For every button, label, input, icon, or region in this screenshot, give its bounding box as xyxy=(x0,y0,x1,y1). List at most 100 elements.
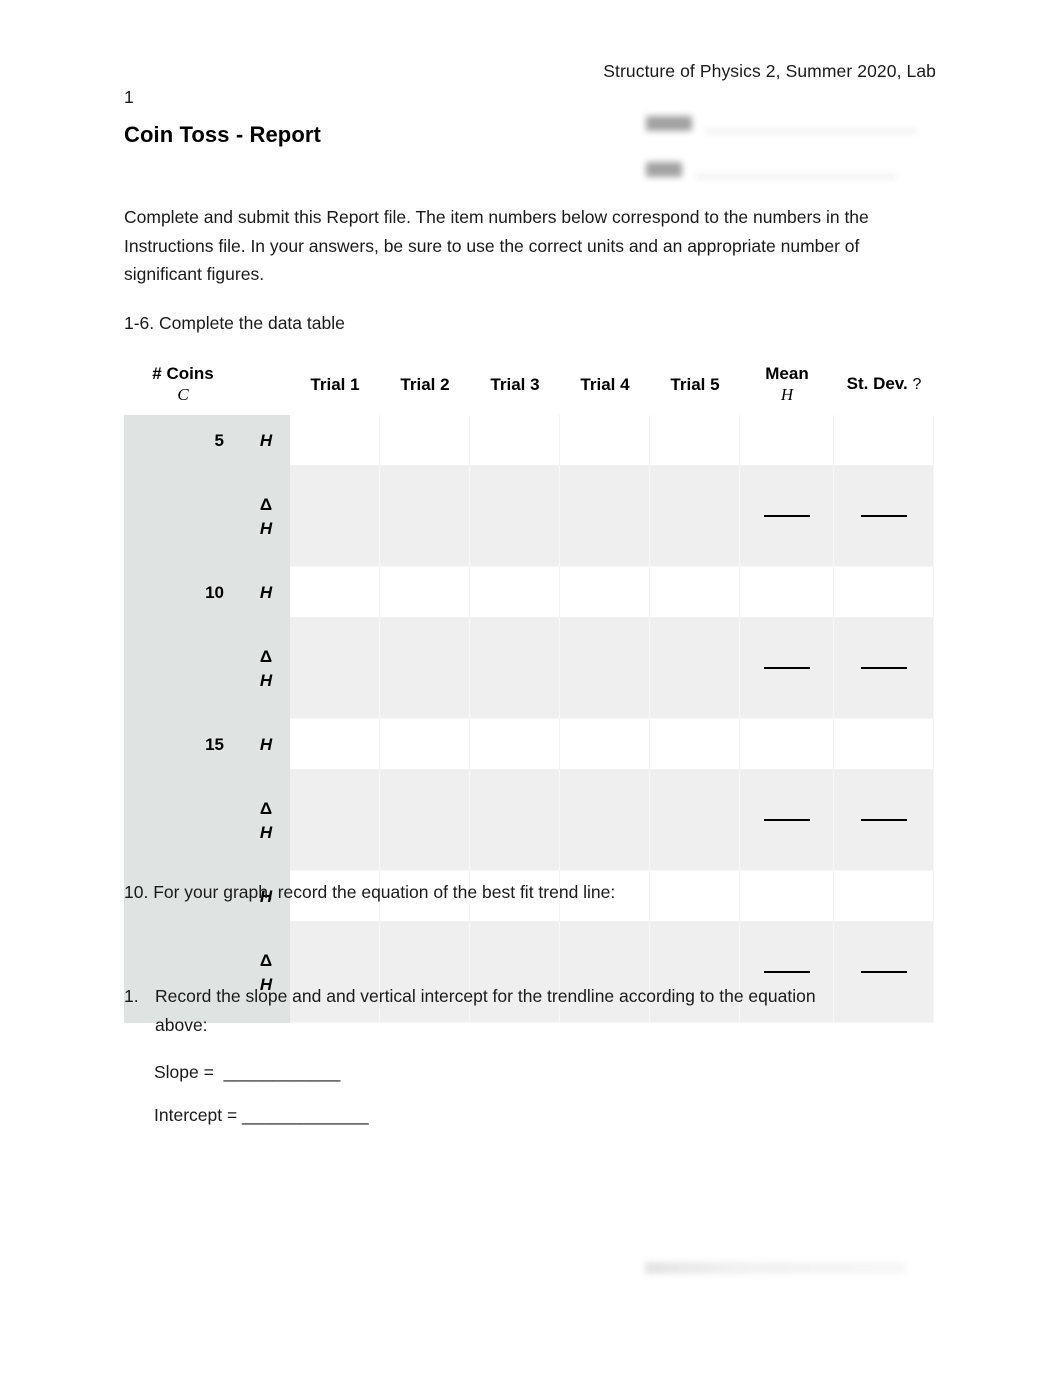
cell-st-dev[interactable] xyxy=(834,415,934,466)
cell-trial-1[interactable] xyxy=(290,770,380,871)
not-applicable-dash xyxy=(860,970,907,973)
not-applicable-dash xyxy=(763,514,810,517)
redacted-name-label xyxy=(646,116,692,131)
cell-coins: 5 xyxy=(124,415,242,466)
item-1-number: 1. xyxy=(124,986,139,1006)
h-symbol: H xyxy=(259,430,273,450)
cell-trial-3[interactable] xyxy=(470,618,560,719)
cell-row-symbol: ΔH xyxy=(242,770,290,871)
cell-trial-3[interactable] xyxy=(470,415,560,466)
cell-row-symbol: H xyxy=(242,719,290,770)
table-row: 10 H xyxy=(124,567,934,618)
not-applicable-dash xyxy=(763,970,810,973)
cell-trial-5[interactable] xyxy=(650,466,740,567)
cell-trial-4[interactable] xyxy=(560,719,650,770)
cell-trial-4[interactable] xyxy=(560,466,650,567)
cell-trial-2[interactable] xyxy=(380,770,470,871)
column-header-mean-label: Mean xyxy=(765,364,809,383)
cell-trial-5[interactable] xyxy=(650,719,740,770)
cell-coins: 15 xyxy=(124,719,242,770)
cell-st-dev[interactable] xyxy=(834,618,934,719)
h-symbol: H xyxy=(259,670,273,690)
cell-st-dev[interactable] xyxy=(834,719,934,770)
not-applicable-dash xyxy=(860,666,907,669)
cell-row-symbol: H xyxy=(242,567,290,618)
delta-symbol: Δ xyxy=(259,646,273,666)
cell-trial-5[interactable] xyxy=(650,618,740,719)
cell-trial-2[interactable] xyxy=(380,466,470,567)
cell-mean[interactable] xyxy=(740,466,834,567)
redacted-date-label xyxy=(646,162,682,177)
table-row: 15 H xyxy=(124,719,934,770)
cell-trial-1[interactable] xyxy=(290,567,380,618)
cell-trial-3[interactable] xyxy=(470,770,560,871)
item-1-question: 1. Record the slope and and vertical int… xyxy=(124,982,942,1039)
delta-symbol: Δ xyxy=(259,950,273,970)
running-header: Structure of Physics 2, Summer 2020, Lab… xyxy=(124,58,936,110)
cell-trial-3[interactable] xyxy=(470,466,560,567)
table-header-row: # Coins C Trial 1 Trial 2 Trial 3 Trial … xyxy=(124,353,934,415)
table-row: ΔH xyxy=(124,466,934,567)
cell-trial-3[interactable] xyxy=(470,719,560,770)
cell-trial-5[interactable] xyxy=(650,567,740,618)
cell-trial-4[interactable] xyxy=(560,567,650,618)
table-row: 5H xyxy=(124,415,934,466)
cell-trial-1[interactable] xyxy=(290,719,380,770)
item-10-question: 10. For your graph, record the equation … xyxy=(124,882,616,902)
column-header-st-dev-symbol: ? xyxy=(912,376,922,393)
column-header-trial-2: Trial 2 xyxy=(380,353,470,415)
cell-mean[interactable] xyxy=(740,618,834,719)
cell-coins xyxy=(124,770,242,871)
column-header-symbol xyxy=(242,353,290,415)
column-header-mean-symbol: H xyxy=(780,385,794,404)
cell-mean[interactable] xyxy=(740,719,834,770)
footer-artifact xyxy=(645,1262,905,1274)
cell-mean[interactable] xyxy=(740,567,834,618)
coin-toss-data-table: # Coins C Trial 1 Trial 2 Trial 3 Trial … xyxy=(124,353,934,1023)
document-page: Structure of Physics 2, Summer 2020, Lab… xyxy=(0,0,1062,1377)
column-header-coins: # Coins C xyxy=(124,353,242,415)
cell-trial-4[interactable] xyxy=(560,618,650,719)
cell-trial-1[interactable] xyxy=(290,415,380,466)
cell-st-dev[interactable] xyxy=(834,567,934,618)
cell-trial-1[interactable] xyxy=(290,618,380,719)
data-table-container: # Coins C Trial 1 Trial 2 Trial 3 Trial … xyxy=(124,353,934,1023)
column-header-st-dev-label: St. Dev. xyxy=(846,374,908,393)
table-row: ΔH xyxy=(124,770,934,871)
cell-trial-4[interactable] xyxy=(560,770,650,871)
delta-symbol: Δ xyxy=(259,494,273,514)
column-header-trial-4: Trial 4 xyxy=(560,353,650,415)
cell-trial-2[interactable] xyxy=(380,567,470,618)
header-course-line: Structure of Physics 2, Summer 2020, Lab xyxy=(603,61,936,81)
intercept-answer-blank[interactable]: Intercept = _____________ xyxy=(154,1101,369,1130)
page-title: Coin Toss - Report xyxy=(124,122,321,147)
slope-answer-blank[interactable]: Slope = ____________ xyxy=(154,1058,340,1087)
cell-mean[interactable] xyxy=(740,770,834,871)
cell-trial-4[interactable] xyxy=(560,415,650,466)
cell-mean[interactable] xyxy=(740,415,834,466)
intro-paragraph: Complete and submit this Report file. Th… xyxy=(124,207,869,284)
cell-st-dev[interactable] xyxy=(834,770,934,871)
cell-coins: 10 xyxy=(124,567,242,618)
cell-trial-5[interactable] xyxy=(650,770,740,871)
cell-trial-3[interactable] xyxy=(470,567,560,618)
column-header-trial-1: Trial 1 xyxy=(290,353,380,415)
redacted-name-rule xyxy=(704,130,916,132)
cell-trial-2[interactable] xyxy=(380,618,470,719)
cell-trial-2[interactable] xyxy=(380,415,470,466)
redacted-name-date-block xyxy=(640,105,930,193)
cell-trial-5[interactable] xyxy=(650,415,740,466)
column-header-trial-3: Trial 3 xyxy=(470,353,560,415)
redacted-date-rule xyxy=(696,176,896,178)
h-symbol: H xyxy=(259,734,273,754)
cell-st-dev[interactable] xyxy=(834,466,934,567)
delta-symbol: Δ xyxy=(259,798,273,818)
h-symbol: H xyxy=(259,582,273,602)
column-header-coins-label: # Coins xyxy=(152,364,214,383)
table-body: 5 H Δ H 10 H Δ H 15 H Δ H H Δ H xyxy=(124,415,934,1023)
cell-trial-1[interactable] xyxy=(290,466,380,567)
cell-coins xyxy=(124,466,242,567)
not-applicable-dash xyxy=(763,666,810,669)
cell-trial-2[interactable] xyxy=(380,719,470,770)
cell-row-symbol: ΔH xyxy=(242,618,290,719)
